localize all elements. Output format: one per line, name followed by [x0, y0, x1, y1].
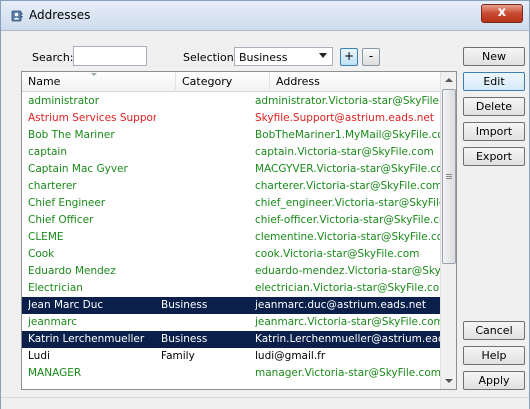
table-row[interactable]: Jean Marc Duc Business jeanmarc.duc@astriu… [22, 297, 442, 314]
table-row[interactable]: administrator administrator.Victoria-star… [22, 93, 442, 110]
title-bar[interactable]: Addresses x [1, 1, 529, 31]
list-header: Name Category Address [22, 72, 442, 92]
grip-line [446, 176, 452, 177]
search-input[interactable] [73, 46, 147, 66]
address-book-icon [11, 10, 23, 22]
help-button[interactable]: Help [463, 346, 525, 365]
remove-selection-button[interactable]: - [362, 48, 380, 66]
edit-button[interactable]: Edit [463, 72, 525, 91]
plus-icon: + [343, 49, 355, 63]
table-row[interactable]: Electrician electrician.Victoria-star@Sky… [22, 280, 442, 297]
selection-value: Business [239, 51, 288, 64]
table-row[interactable]: Ludi Family ludi@gmail.fr [22, 348, 442, 365]
table-row[interactable]: charterer charterer.Victoria-star@SkyFile… [22, 178, 442, 195]
selection-dropdown[interactable]: Business [234, 47, 333, 66]
minus-icon: - [368, 49, 374, 63]
table-row[interactable]: Eduardo Mendez eduardo-mendez.Victoria-st… [22, 263, 442, 280]
table-row[interactable]: Bob The Mariner BobTheMariner1.MyMail@Sky… [22, 127, 442, 144]
add-selection-button[interactable]: + [340, 48, 358, 66]
delete-button[interactable]: Delete [463, 97, 525, 116]
arrow-down-icon [445, 379, 453, 383]
table-row[interactable]: MANAGER manager.Victoria-star@SkyFile.com [22, 365, 442, 382]
import-button[interactable]: Import [463, 122, 525, 141]
column-header-category[interactable]: Category [176, 72, 270, 92]
new-button[interactable]: New [463, 47, 525, 66]
export-button[interactable]: Export [463, 147, 525, 166]
table-row[interactable]: Chief Officer chief-officer.Victoria-star… [22, 212, 442, 229]
sort-indicator-icon [91, 73, 97, 76]
scrollbar-thumb[interactable] [442, 89, 456, 264]
search-label: Search: [32, 51, 74, 64]
scroll-up-button[interactable] [441, 72, 456, 88]
column-header-address[interactable]: Address [270, 72, 442, 92]
table-row[interactable]: jeanmarc jeanmarc.Victoria-star@SkyFile.c… [22, 314, 442, 331]
vertical-scrollbar[interactable] [440, 72, 456, 389]
arrow-up-icon [445, 78, 453, 82]
window-title: Addresses [29, 8, 91, 22]
chevron-down-icon [319, 53, 327, 58]
table-row[interactable]: Chief Engineer chief_engineer.Victoria-st… [22, 195, 442, 212]
cancel-button[interactable]: Cancel [463, 321, 525, 340]
table-row[interactable]: Katrin Lerchenmueller Business Katrin.Lerc… [22, 331, 442, 348]
grip-line [446, 178, 452, 179]
table-row[interactable]: Astrium Services Support Skyfile.Support@… [22, 110, 442, 127]
table-row[interactable]: captain captain.Victoria-star@SkyFile.com [22, 144, 442, 161]
selection-label: Selection: [183, 51, 238, 64]
grip-line [446, 174, 452, 175]
close-button[interactable]: x [481, 4, 523, 23]
column-header-name[interactable]: Name [22, 72, 176, 92]
table-row[interactable]: Captain Mac Gyver MACGYVER.Victoria-star@… [22, 161, 442, 178]
apply-button[interactable]: Apply [463, 371, 525, 390]
table-row[interactable]: Cook cook.Victoria-star@SkyFile.com [22, 246, 442, 263]
addresses-window: Addresses x Search: Selection: Business … [0, 0, 530, 409]
status-bar [1, 397, 529, 409]
table-row[interactable]: CLEME clementine.Victoria-star@SkyFile.co… [22, 229, 442, 246]
close-icon: x [497, 5, 507, 20]
address-list[interactable]: Name Category Address administrator admin… [21, 71, 457, 390]
scroll-down-button[interactable] [441, 373, 456, 389]
